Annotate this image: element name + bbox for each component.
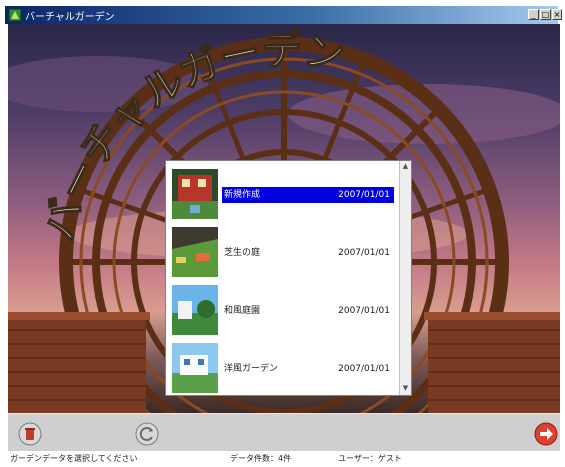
item-name: 洋風ガーデン [224, 364, 279, 374]
delete-icon [18, 422, 42, 446]
item-name: 芝生の庭 [224, 248, 261, 258]
garden-thumbnail [172, 227, 218, 277]
close-button[interactable]: × [552, 9, 562, 20]
list-item[interactable]: 洋風ガーデン 2007/01/01 [172, 343, 396, 393]
scroll-down-icon[interactable]: ▼ [400, 383, 411, 394]
next-button[interactable] [534, 422, 558, 446]
window-title: バーチャルガーデン [25, 12, 115, 23]
garden-thumbnail [172, 343, 218, 393]
status-bar: ガーデンデータを選択してください データ件数：4件 ユーザー：ゲスト [8, 451, 560, 467]
garden-thumbnail [172, 285, 218, 335]
scroll-up-icon[interactable]: ▲ [400, 161, 411, 172]
list-item[interactable]: 新規作成 2007/01/01 [172, 169, 396, 219]
list-item[interactable]: 和風庭園 2007/01/01 [172, 285, 396, 335]
item-date: 2007/01/01 [338, 248, 390, 258]
next-arrow-icon [534, 422, 558, 446]
application-window: バーチャルガーデン _ □ × バーチャルガーデン 新規作成 2007/01/0… [0, 0, 565, 467]
item-date: 2007/01/01 [338, 306, 390, 316]
list-scrollbar[interactable]: ▲ ▼ [399, 161, 411, 395]
delete-button[interactable] [18, 422, 42, 446]
list-item[interactable]: 芝生の庭 2007/01/01 [172, 227, 396, 277]
garden-list-panel[interactable]: 新規作成 2007/01/01 芝生の庭 2007/01/01 和風庭園 200… [165, 160, 412, 396]
app-icon [8, 8, 22, 22]
item-name: 新規作成 [224, 190, 261, 200]
item-date: 2007/01/01 [338, 364, 390, 374]
maximize-button[interactable]: □ [540, 9, 551, 20]
item-date: 2007/01/01 [338, 190, 390, 200]
title-bar[interactable]: バーチャルガーデン _ □ × [5, 6, 562, 24]
status-message: ガーデンデータを選択してください [10, 454, 138, 463]
item-name: 和風庭園 [224, 306, 261, 316]
reload-button[interactable] [135, 422, 159, 446]
garden-thumbnail [172, 169, 218, 219]
status-count: データ件数：4件 [230, 454, 292, 463]
status-user: ユーザー：ゲスト [338, 454, 402, 463]
bottom-toolbar [8, 413, 560, 451]
reload-icon [135, 422, 159, 446]
minimize-button[interactable]: _ [528, 9, 539, 20]
